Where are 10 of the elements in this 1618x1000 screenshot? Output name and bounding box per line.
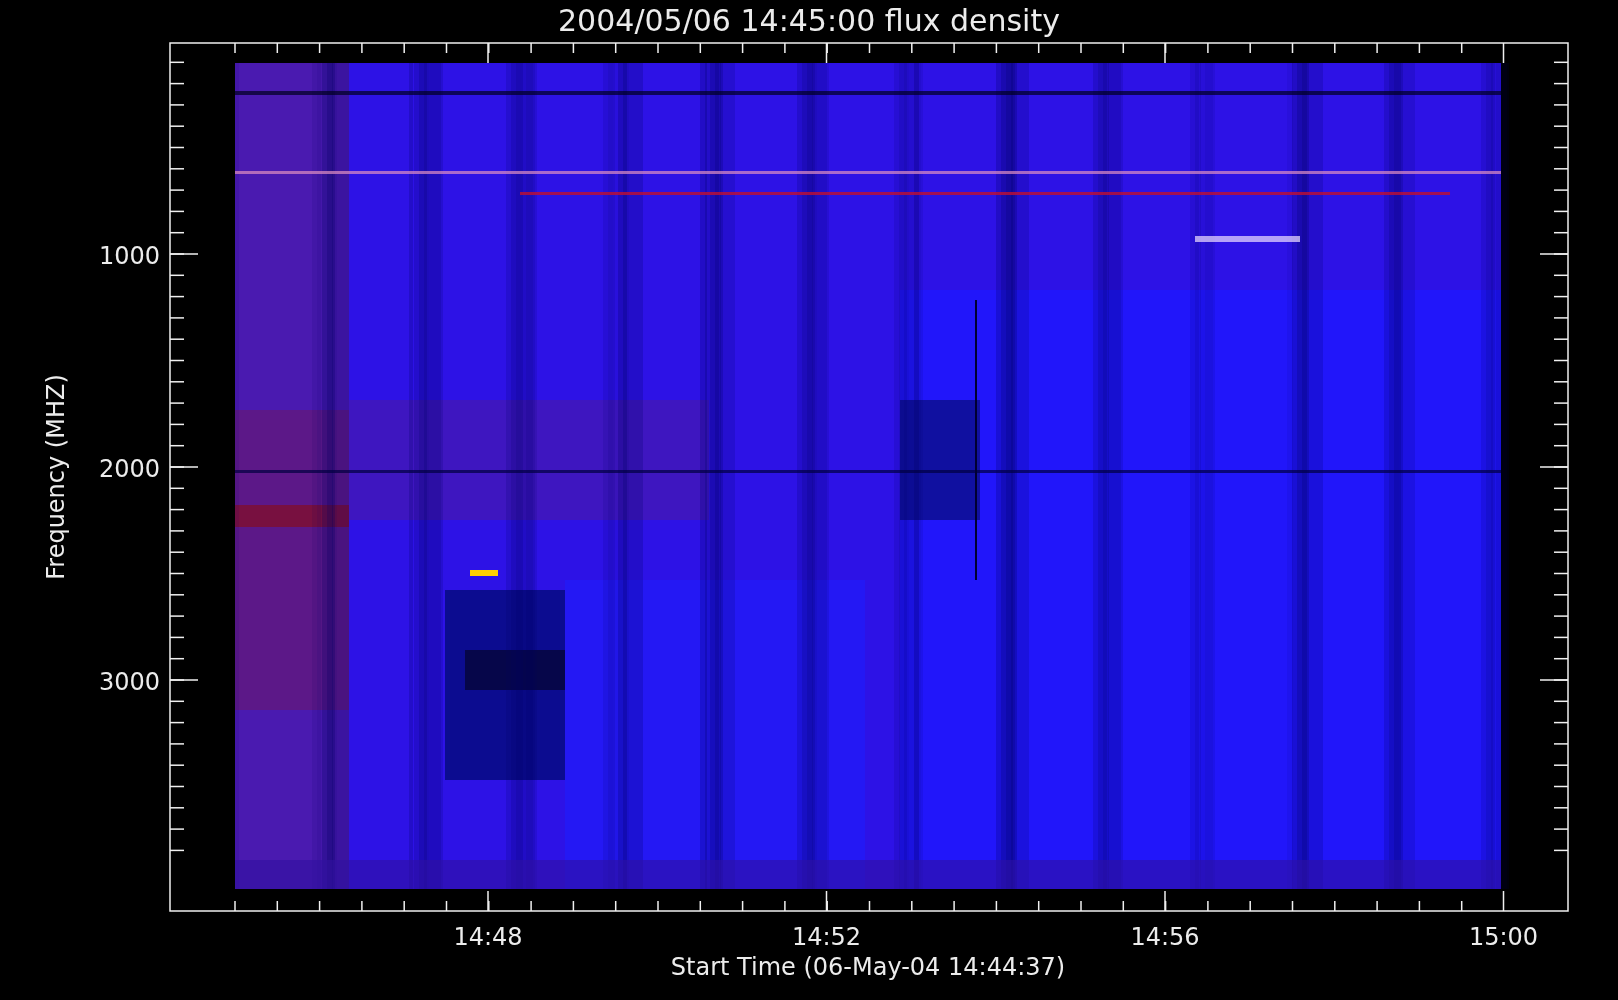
x-tick-label: 14:56 — [1130, 923, 1200, 951]
chart-title: 2004/05/06 14:45:00 flux density — [558, 3, 1060, 38]
x-tick-label: 15:00 — [1468, 923, 1539, 951]
y-tick-label: 1000 — [98, 242, 160, 270]
x-tick-label: 14:48 — [453, 923, 523, 951]
y-tick-label: 3000 — [98, 668, 160, 696]
x-axis-title: Start Time (06-May-04 14:44:37) — [670, 953, 1066, 981]
y-tick-label: 2000 — [98, 455, 160, 483]
y-axis-title: Frequency (MHZ) — [42, 374, 70, 580]
x-tick-label: 14:52 — [791, 923, 862, 951]
